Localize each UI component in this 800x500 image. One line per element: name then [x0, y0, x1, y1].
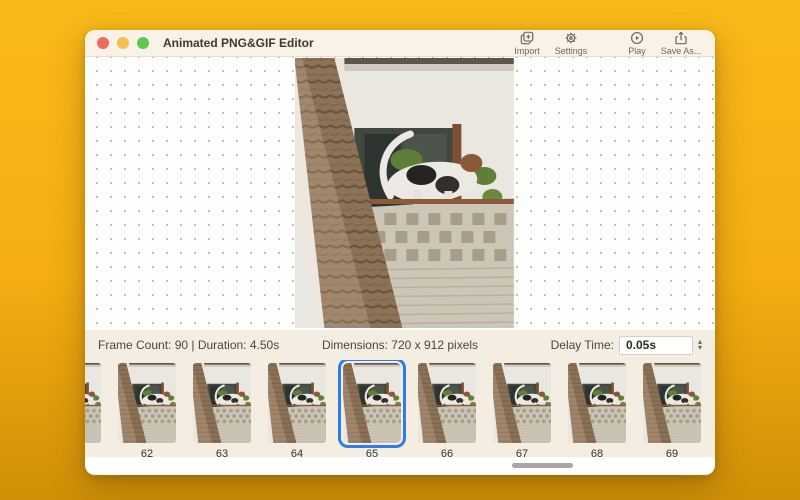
frame-number: 66	[441, 448, 453, 457]
delay-time-label: Delay Time:	[551, 338, 614, 352]
frame-thumbnail-65-selected[interactable]: 65	[343, 363, 401, 457]
close-button[interactable]	[97, 37, 109, 49]
frame-thumbnail-partial[interactable]	[85, 363, 101, 457]
frame-thumbnail-68[interactable]: 68	[568, 363, 626, 457]
delay-stepper[interactable]: ▴ ▾	[698, 339, 702, 351]
frame-thumb-image	[643, 363, 701, 443]
frame-thumb-image	[85, 363, 101, 443]
delay-time-input[interactable]	[619, 336, 693, 355]
frame-thumb-image	[343, 363, 401, 443]
frame-number: 69	[666, 448, 678, 457]
import-button[interactable]: Import	[505, 31, 549, 56]
frame-thumb-image	[268, 363, 326, 443]
frame-count-duration: Frame Count: 90 | Duration: 4.50s	[98, 338, 279, 352]
editor-canvas[interactable]	[85, 57, 715, 330]
settings-gear-icon	[564, 31, 578, 45]
minimize-button[interactable]	[117, 37, 129, 49]
frame-number: 65	[366, 448, 378, 457]
frame-thumbnail-69[interactable]: 69	[643, 363, 701, 457]
settings-button[interactable]: Settings	[549, 31, 593, 56]
save-as-icon	[674, 31, 688, 45]
status-bar: Frame Count: 90 | Duration: 4.50s Dimens…	[85, 330, 715, 360]
title-bar: Animated PNG&GIF Editor Import Settings	[85, 30, 715, 57]
frame-thumbnail-66[interactable]: 66	[418, 363, 476, 457]
frame-thumbnail-62[interactable]: 62	[118, 363, 176, 457]
frame-number: 64	[291, 448, 303, 457]
frame-thumb-image	[118, 363, 176, 443]
zoom-button[interactable]	[137, 37, 149, 49]
window-title: Animated PNG&GIF Editor	[163, 36, 314, 50]
frame-number: 68	[591, 448, 603, 457]
play-button[interactable]: Play	[615, 31, 659, 56]
import-label: Import	[514, 46, 540, 56]
frame-thumb-image	[193, 363, 251, 443]
app-window: Animated PNG&GIF Editor Import Settings	[85, 30, 715, 475]
save-as-label: Save As...	[661, 46, 702, 56]
frame-preview-image	[295, 58, 514, 328]
play-icon	[630, 31, 644, 45]
frame-thumbnail-64[interactable]: 64	[268, 363, 326, 457]
horizontal-scrollbar[interactable]	[512, 463, 573, 468]
filmstrip[interactable]: 62 63 64 65 66 67	[85, 360, 715, 457]
stepper-down-icon[interactable]: ▾	[698, 345, 702, 351]
frame-number: 62	[141, 448, 153, 457]
toolbar: Import Settings Play	[505, 31, 703, 56]
frame-thumbnail-63[interactable]: 63	[193, 363, 251, 457]
settings-label: Settings	[555, 46, 588, 56]
frame-thumbnail-67[interactable]: 67	[493, 363, 551, 457]
traffic-lights	[97, 37, 149, 49]
play-label: Play	[628, 46, 646, 56]
frame-thumb-image	[493, 363, 551, 443]
import-icon	[520, 31, 534, 45]
scrollbar-track	[85, 457, 715, 475]
frame-preview[interactable]	[295, 58, 514, 328]
frame-number: 63	[216, 448, 228, 457]
frame-thumb-image	[568, 363, 626, 443]
save-as-button[interactable]: Save As...	[659, 31, 703, 56]
frame-number: 67	[516, 448, 528, 457]
frame-thumb-image	[418, 363, 476, 443]
